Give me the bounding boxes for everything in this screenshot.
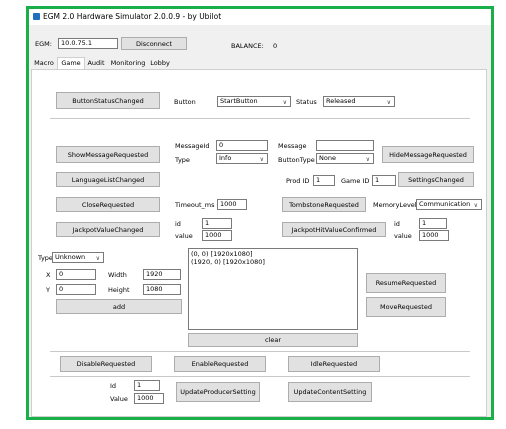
jackpot-value-input[interactable]: 1000 <box>202 230 232 241</box>
tab-lobby[interactable]: Lobby <box>149 58 171 69</box>
jackpot-value-changed-button[interactable]: JackpotValueChanged <box>56 222 160 237</box>
hide-message-requested-button[interactable]: HideMessageRequested <box>382 146 474 163</box>
move-requested-button[interactable]: MoveRequested <box>366 297 446 317</box>
y-label: Y <box>46 286 50 294</box>
tab-monitoring[interactable]: Monitoring <box>109 58 147 69</box>
tab-macro[interactable]: Macro <box>31 58 57 69</box>
egm-label: EGM: <box>35 40 52 48</box>
chevron-down-icon: ∨ <box>365 156 370 163</box>
list-item[interactable]: (1920, 0) [1920x1080] <box>191 258 355 266</box>
chevron-down-icon: ∨ <box>386 99 391 106</box>
gameid-input[interactable]: 1 <box>372 175 396 186</box>
window-title: EGM 2.0 Hardware Simulator 2.0.0.9 - by … <box>43 12 222 21</box>
memorylevel-select[interactable]: Communication ∨ <box>416 199 482 210</box>
divider <box>50 376 470 377</box>
height-input[interactable]: 1080 <box>143 284 181 295</box>
title-bar: EGM 2.0 Hardware Simulator 2.0.0.9 - by … <box>29 9 491 25</box>
jackpot-hit-id-label: id <box>394 220 400 228</box>
disconnect-button[interactable]: Disconnect <box>121 37 187 50</box>
message-input[interactable] <box>316 140 374 151</box>
window-type-select[interactable]: Unknown ∨ <box>52 252 104 263</box>
game-tab-panel: ButtonStatusChanged Button StartButton ∨… <box>31 69 487 417</box>
producer-id-label: Id <box>110 382 117 390</box>
app-icon <box>33 13 40 20</box>
update-content-setting-button[interactable]: UpdateContentSetting <box>288 382 372 402</box>
timeout-label: Timeout_ms <box>175 201 215 209</box>
close-requested-button[interactable]: CloseRequested <box>56 197 160 212</box>
message-type-select[interactable]: Info ∨ <box>216 153 268 164</box>
add-button[interactable]: add <box>56 299 182 314</box>
memorylevel-value: Communication <box>419 200 471 208</box>
chevron-down-icon: ∨ <box>259 156 264 163</box>
jackpot-hit-value-confirmed-button[interactable]: JackpotHitValueConfirmed <box>282 222 386 237</box>
x-label: X <box>46 271 51 279</box>
status-label: Status <box>296 98 317 106</box>
window-list[interactable]: (0, 0) [1920x1080] (1920, 0) [1920x1080] <box>188 248 358 330</box>
egm-address-input[interactable]: 10.0.75.1 <box>58 38 118 49</box>
chevron-down-icon: ∨ <box>95 255 100 262</box>
status-select[interactable]: Released ∨ <box>323 96 395 107</box>
chevron-down-icon: ∨ <box>282 99 287 106</box>
tombstone-requested-button[interactable]: TombstoneRequested <box>282 197 366 212</box>
width-label: Width <box>108 271 127 279</box>
settings-changed-button[interactable]: SettingsChanged <box>398 172 474 187</box>
y-input[interactable]: 0 <box>56 284 96 295</box>
prodid-label: Prod ID <box>286 177 310 185</box>
button-select-value: StartButton <box>220 97 258 105</box>
height-label: Height <box>108 286 130 294</box>
buttontype-value: None <box>319 154 336 162</box>
buttontype-label: ButtonType <box>278 156 315 164</box>
jackpot-value-label: value <box>175 232 193 240</box>
button-select[interactable]: StartButton ∨ <box>217 96 291 107</box>
divider <box>50 118 470 119</box>
button-status-changed-button[interactable]: ButtonStatusChanged <box>56 92 160 109</box>
producer-value-label: Value <box>110 395 128 403</box>
messageid-input[interactable]: 0 <box>216 140 268 151</box>
chevron-down-icon: ∨ <box>473 202 478 209</box>
jackpot-id-label: id <box>175 220 181 228</box>
resume-requested-button[interactable]: ResumeRequested <box>366 273 446 293</box>
jackpot-hit-value-input[interactable]: 1000 <box>419 230 449 241</box>
enable-requested-button[interactable]: EnableRequested <box>174 356 266 372</box>
jackpot-hit-id-input[interactable]: 1 <box>419 218 447 229</box>
prodid-input[interactable]: 1 <box>313 175 335 186</box>
width-input[interactable]: 1920 <box>143 269 181 280</box>
jackpot-hit-value-label: value <box>394 232 412 240</box>
producer-value-input[interactable]: 1000 <box>134 393 164 404</box>
show-message-requested-button[interactable]: ShowMessageRequested <box>56 146 160 163</box>
disable-requested-button[interactable]: DisableRequested <box>60 356 152 372</box>
clear-button[interactable]: clear <box>188 333 358 347</box>
window-type-label: Type <box>38 254 53 262</box>
balance-value: 0 <box>273 42 278 50</box>
language-list-changed-button[interactable]: LanguageListChanged <box>56 172 160 187</box>
jackpot-id-input[interactable]: 1 <box>202 218 232 229</box>
button-label: Button <box>174 98 196 106</box>
message-type-value: Info <box>219 154 232 162</box>
message-label: Message <box>278 142 307 150</box>
window-type-value: Unknown <box>55 253 86 261</box>
divider <box>50 351 470 352</box>
messageid-label: MessageId <box>175 142 210 150</box>
update-producer-setting-button[interactable]: UpdateProducerSetting <box>176 382 260 402</box>
message-type-label: Type <box>175 156 190 164</box>
idle-requested-button[interactable]: IdleRequested <box>288 356 380 372</box>
buttontype-select[interactable]: None ∨ <box>316 153 374 164</box>
timeout-input[interactable]: 1000 <box>217 199 247 210</box>
memorylevel-label: MemoryLevel <box>373 201 417 209</box>
balance-label: BALANCE: <box>231 42 264 50</box>
x-input[interactable]: 0 <box>56 269 96 280</box>
tab-audit[interactable]: Audit <box>85 58 107 69</box>
list-item[interactable]: (0, 0) [1920x1080] <box>191 250 355 258</box>
gameid-label: Game ID <box>341 177 370 185</box>
app-window: EGM 2.0 Hardware Simulator 2.0.0.9 - by … <box>26 6 494 420</box>
status-select-value: Released <box>326 97 356 105</box>
producer-id-input[interactable]: 1 <box>134 380 160 391</box>
